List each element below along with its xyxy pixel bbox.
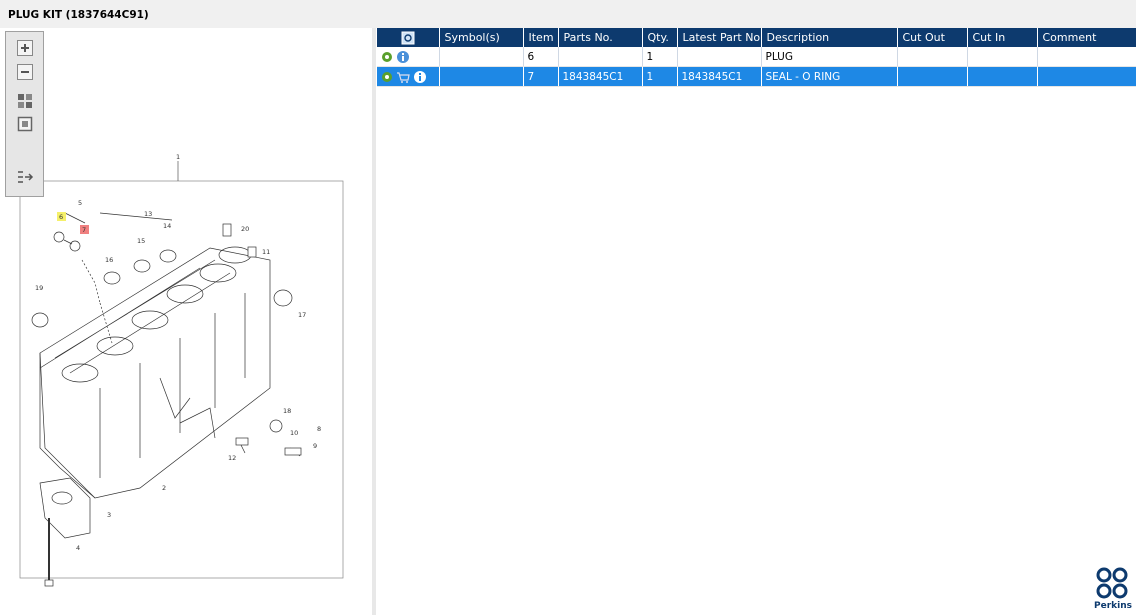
column-header-cut-out[interactable]: Cut Out	[897, 28, 968, 47]
cell-symbols	[439, 47, 524, 67]
actual-size-button[interactable]	[17, 116, 33, 132]
row-icons	[377, 47, 440, 67]
info-icon[interactable]	[413, 70, 427, 84]
plus-icon	[17, 40, 33, 56]
cell-parts-no: 1843845C1	[558, 66, 643, 87]
callout-label[interactable]: 14	[163, 222, 171, 230]
callout-label[interactable]: 4	[76, 544, 80, 552]
perkins-logo	[1096, 567, 1128, 599]
fit-button[interactable]	[17, 93, 33, 109]
column-header-parts-no[interactable]: Parts No.	[558, 28, 643, 47]
row-icons	[377, 66, 440, 87]
square-icon	[17, 116, 33, 132]
callout-label[interactable]: 20	[241, 225, 249, 233]
cell-description: SEAL - O RING	[761, 66, 898, 87]
exploded-view-drawing: 1 2 3 4 5 6 7 8 9 10 11 12 13 14 15 16 1…	[19, 153, 344, 587]
filter-icon	[401, 31, 415, 44]
zoom-in-button[interactable]	[17, 40, 33, 56]
cell-parts-no	[558, 47, 643, 67]
cell-comment	[1037, 66, 1136, 87]
cell-item: 6	[523, 47, 559, 67]
cell-cut-out	[897, 66, 968, 87]
column-header-qty[interactable]: Qty.	[642, 28, 678, 47]
callout-label[interactable]: 1	[176, 153, 180, 161]
cell-latest-part-no: 1843845C1	[677, 66, 762, 87]
cell-qty: 1	[642, 66, 678, 87]
callout-label[interactable]: 17	[298, 311, 306, 319]
drawing-toolbar	[5, 31, 44, 197]
callout-label[interactable]: 9	[313, 442, 317, 450]
cell-item: 7	[523, 66, 559, 87]
callout-label[interactable]: 13	[144, 210, 152, 218]
window-title: PLUG KIT (1837644C91)	[8, 9, 149, 21]
cell-cut-out	[897, 47, 968, 67]
callout-label[interactable]: 12	[228, 454, 236, 462]
table-row-selected[interactable]: 7 1843845C1 1 1843845C1 SEAL - O RING	[377, 66, 1136, 87]
callout-label[interactable]: 8	[317, 425, 321, 433]
table-header-row: Symbol(s) Item Parts No. Qty. Latest Par…	[377, 28, 1136, 47]
callout-label[interactable]: 3	[107, 511, 111, 519]
cell-latest-part-no	[677, 47, 762, 67]
callout-label[interactable]: 11	[262, 248, 270, 256]
minus-icon	[17, 64, 33, 80]
gear-icon[interactable]	[381, 71, 393, 83]
export-button[interactable]	[17, 169, 34, 185]
column-header-item[interactable]: Item	[523, 28, 559, 47]
column-header-description[interactable]: Description	[761, 28, 898, 47]
callout-label[interactable]: 16	[105, 256, 113, 264]
zoom-out-button[interactable]	[17, 64, 33, 80]
callout-label[interactable]: 2	[162, 484, 166, 492]
callout-label[interactable]: 7	[82, 226, 86, 234]
column-header-latest-part-no[interactable]: Latest Part No.	[677, 28, 762, 47]
column-header-cut-in[interactable]: Cut In	[967, 28, 1038, 47]
callout-label[interactable]: 6	[59, 213, 63, 221]
table-row[interactable]: 6 1 PLUG	[377, 47, 1136, 67]
title-bar: PLUG KIT (1837644C91)	[0, 0, 1136, 28]
brand-name: Perkins	[1094, 601, 1132, 611]
parts-panel	[376, 28, 1136, 615]
grid-icon	[18, 94, 32, 108]
column-header-symbols[interactable]: Symbol(s)	[439, 28, 524, 47]
info-icon[interactable]	[396, 50, 410, 64]
cell-cut-in	[967, 47, 1038, 67]
cart-icon[interactable]	[396, 71, 410, 83]
column-header-comment[interactable]: Comment	[1037, 28, 1136, 47]
cell-comment	[1037, 47, 1136, 67]
callout-label[interactable]: 18	[283, 407, 291, 415]
cell-description: PLUG	[761, 47, 898, 67]
list-arrow-icon	[18, 171, 34, 183]
column-header-select[interactable]	[377, 28, 440, 47]
callout-label[interactable]: 19	[35, 284, 43, 292]
gear-icon[interactable]	[381, 51, 393, 63]
cell-symbols	[439, 66, 524, 87]
parts-table: Symbol(s) Item Parts No. Qty. Latest Par…	[377, 28, 1136, 87]
callout-label[interactable]: 10	[290, 429, 298, 437]
callout-label[interactable]: 15	[137, 237, 145, 245]
cell-qty: 1	[642, 47, 678, 67]
cell-cut-in	[967, 66, 1038, 87]
callout-label[interactable]: 5	[78, 199, 82, 207]
